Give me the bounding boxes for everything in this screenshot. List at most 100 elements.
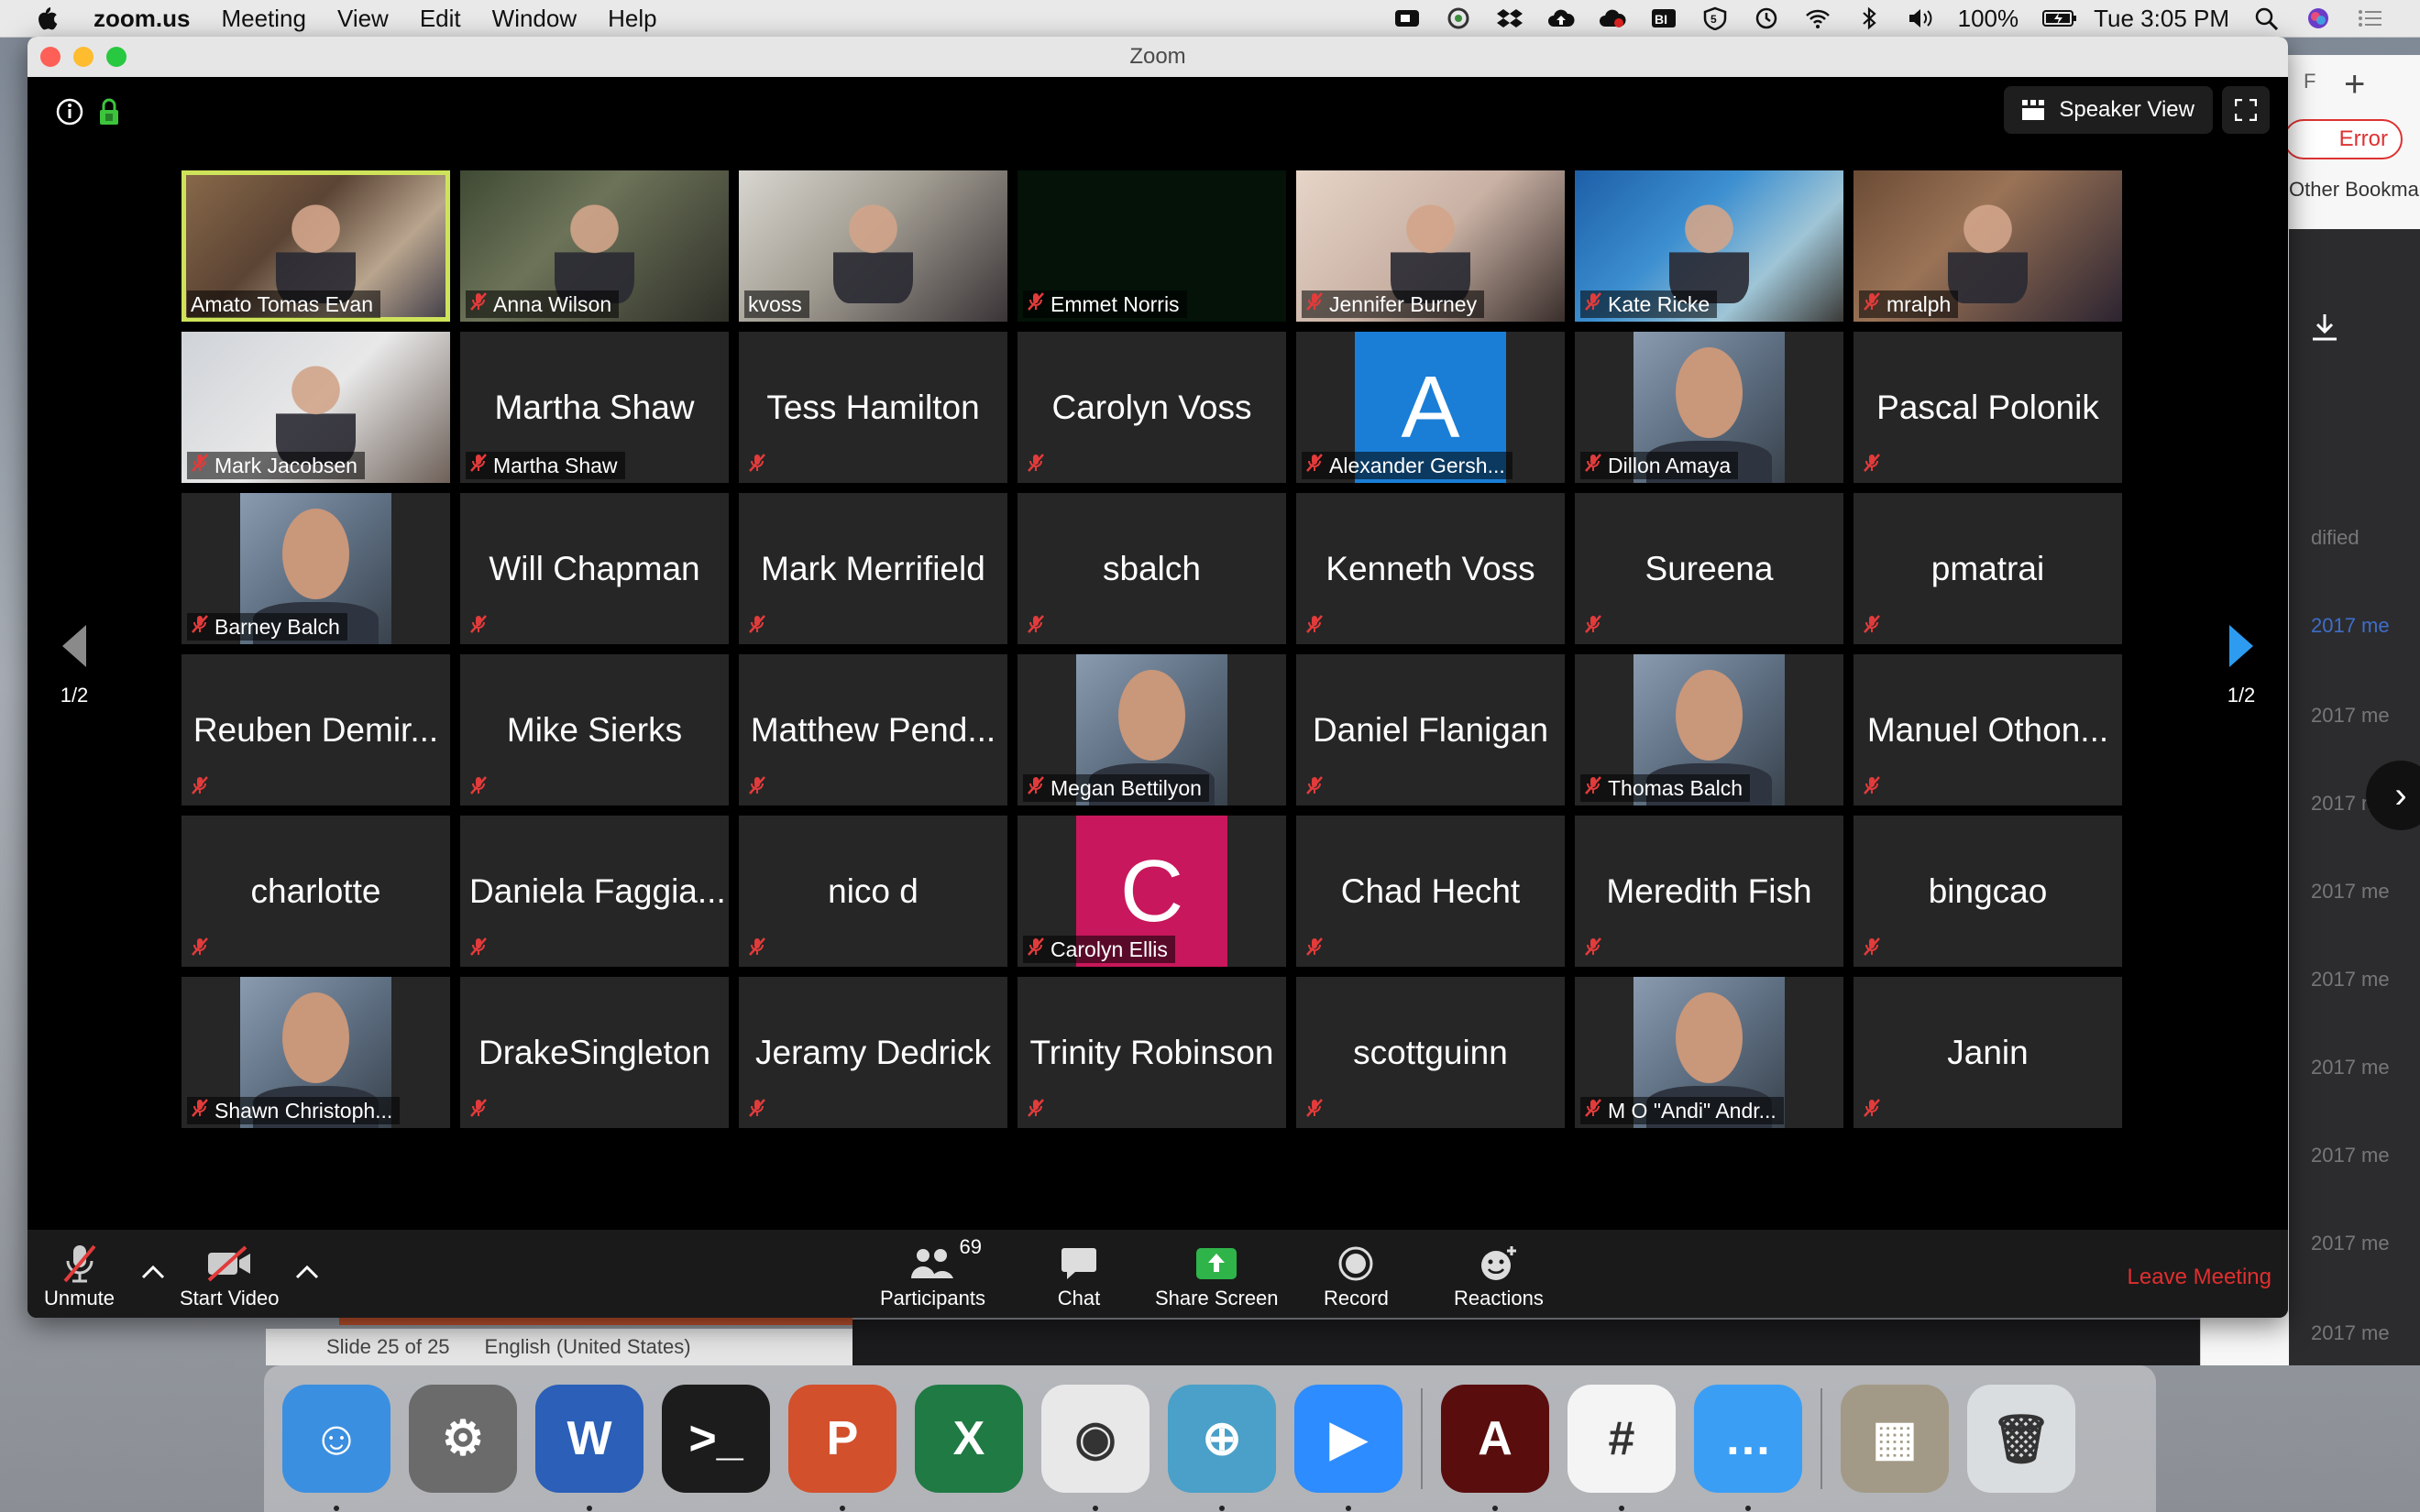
other-bookmarks[interactable]: Other Bookmar [2289,178,2420,202]
new-tab-plus-icon[interactable]: + [2344,64,2365,105]
participant-tile[interactable]: A Alexander Gersh... [1296,332,1565,483]
participant-tile[interactable]: Matthew Pend... [739,654,1007,805]
participant-tile[interactable]: Thomas Balch [1575,654,1843,805]
participant-tile[interactable]: Sureena [1575,493,1843,644]
previous-page-arrow-icon[interactable] [60,623,88,669]
battery-charging-icon[interactable] [2042,6,2077,30]
participant-tile[interactable]: Kate Ricke [1575,170,1843,322]
notification-center-icon[interactable] [2356,6,2383,30]
zoom-window-button[interactable] [106,47,126,67]
powerpoint-app[interactable]: P [788,1385,896,1511]
window-titlebar[interactable]: Zoom [28,37,2288,77]
bt-text-icon[interactable]: BI [1650,6,1678,30]
minimize-window-button[interactable] [73,47,94,67]
encryption-lock-icon[interactable] [97,97,121,126]
volume-icon[interactable] [1907,6,1934,30]
participant-tile[interactable]: Manuel Othon... [1854,654,2122,805]
siri-icon[interactable] [2304,6,2332,30]
participant-tile[interactable]: Tess Hamilton [739,332,1007,483]
participant-tile[interactable]: DrakeSingleton [460,977,729,1128]
participant-tile[interactable]: Mike Sierks [460,654,729,805]
excel-app[interactable]: X [915,1385,1023,1493]
finder-app[interactable]: ☺ [282,1385,390,1511]
fullscreen-button[interactable] [2222,86,2270,134]
menu-edit[interactable]: Edit [420,5,461,33]
zoom-app[interactable]: ▶ [1294,1385,1402,1511]
leave-meeting-button[interactable]: Leave Meeting [2128,1265,2272,1290]
shield-status-icon[interactable]: 5 [1701,6,1729,31]
participant-tile[interactable]: Shawn Christoph... [182,977,450,1128]
meeting-info-icon[interactable] [55,97,84,126]
cloud-upload-icon[interactable] [1547,6,1575,30]
participant-tile[interactable]: Amato Tomas Evan [182,170,450,322]
spotlight-search-icon[interactable] [2253,6,2281,31]
menu-help[interactable]: Help [608,5,656,33]
participant-tile[interactable]: Daniel Flanigan [1296,654,1565,805]
clock[interactable]: Tue 3:05 PM [2094,5,2229,33]
vpn-app[interactable]: ⊕ [1168,1385,1276,1511]
video-options-caret-icon[interactable] [293,1263,321,1281]
chat-button[interactable]: Chat [1054,1241,1104,1310]
dropbox-icon[interactable] [1496,6,1524,30]
chrome-app[interactable]: ◉ [1041,1385,1150,1511]
record-button[interactable]: Record [1324,1241,1389,1310]
menu-view[interactable]: View [337,5,389,33]
participants-button[interactable]: 69 Participants [880,1235,985,1310]
participant-tile[interactable]: Jennifer Burney [1296,170,1565,322]
participant-tile[interactable]: sbalch [1018,493,1286,644]
participant-tile[interactable]: mralph [1854,170,2122,322]
app-menu[interactable]: zoom.us [94,5,190,33]
participant-tile[interactable]: kvoss [739,170,1007,322]
participant-tile[interactable]: Mark Merrifield [739,493,1007,644]
photos-folder[interactable]: ▦ [1841,1385,1949,1493]
trash-app[interactable]: 🗑 [1967,1385,2075,1493]
zoom-status-icon[interactable] [1393,6,1421,30]
system-preferences-app[interactable]: ⚙ [409,1385,517,1493]
participant-tile[interactable]: Carolyn Voss [1018,332,1286,483]
participant-tile[interactable]: Pascal Polonik [1854,332,2122,483]
participant-tile[interactable]: Jeramy Dedrick [739,977,1007,1128]
background-tab[interactable]: F [2304,70,2316,93]
bluetooth-icon[interactable] [1855,6,1883,30]
participant-tile[interactable]: Emmet Norris [1018,170,1286,322]
participant-tile[interactable]: Will Chapman [460,493,729,644]
download-icon[interactable] [2309,312,2340,343]
start-video-button[interactable]: Start Video [180,1241,279,1310]
time-machine-icon[interactable] [1753,6,1780,30]
participant-tile[interactable]: Dillon Amaya [1575,332,1843,483]
audio-options-caret-icon[interactable] [139,1263,167,1281]
word-app[interactable]: W [535,1385,644,1511]
participant-tile[interactable]: Kenneth Voss [1296,493,1565,644]
menu-window[interactable]: Window [492,5,577,33]
participant-tile[interactable]: M O "Andi" Andr... [1575,977,1843,1128]
participant-tile[interactable]: C Carolyn Ellis [1018,816,1286,967]
language-status[interactable]: English (United States) [485,1335,691,1359]
participant-tile[interactable]: Daniela Faggia... [460,816,729,967]
participant-tile[interactable]: Reuben Demir... [182,654,450,805]
close-window-button[interactable] [40,47,60,67]
unmute-button[interactable]: Unmute [44,1241,115,1310]
participant-tile[interactable]: nico d [739,816,1007,967]
participant-tile[interactable]: Mark Jacobsen [182,332,450,483]
participant-tile[interactable]: Anna Wilson [460,170,729,322]
participant-tile[interactable]: Barney Balch [182,493,450,644]
messages-app[interactable]: … [1694,1385,1802,1511]
participant-tile[interactable]: Janin [1854,977,2122,1128]
acrobat-app[interactable]: A [1441,1385,1549,1511]
next-page-arrow-icon[interactable] [2228,623,2255,669]
cloud-status-icon[interactable] [1599,6,1626,30]
terminal-app[interactable]: >_ [662,1385,770,1493]
participant-tile[interactable]: scottguinn [1296,977,1565,1128]
reactions-button[interactable]: Reactions [1454,1241,1544,1310]
participant-tile[interactable]: Martha Shaw Martha Shaw [460,332,729,483]
slack-app[interactable]: # [1568,1385,1676,1511]
wifi-icon[interactable] [1804,6,1832,30]
share-screen-button[interactable]: Share Screen [1155,1241,1279,1310]
participant-tile[interactable]: pmatrai [1854,493,2122,644]
menu-meeting[interactable]: Meeting [221,5,306,33]
participant-tile[interactable]: Chad Hecht [1296,816,1565,967]
sync-status-icon[interactable] [1445,6,1472,30]
participant-tile[interactable]: Meredith Fish [1575,816,1843,967]
participant-tile[interactable]: charlotte [182,816,450,967]
apple-menu-icon[interactable] [33,2,66,35]
